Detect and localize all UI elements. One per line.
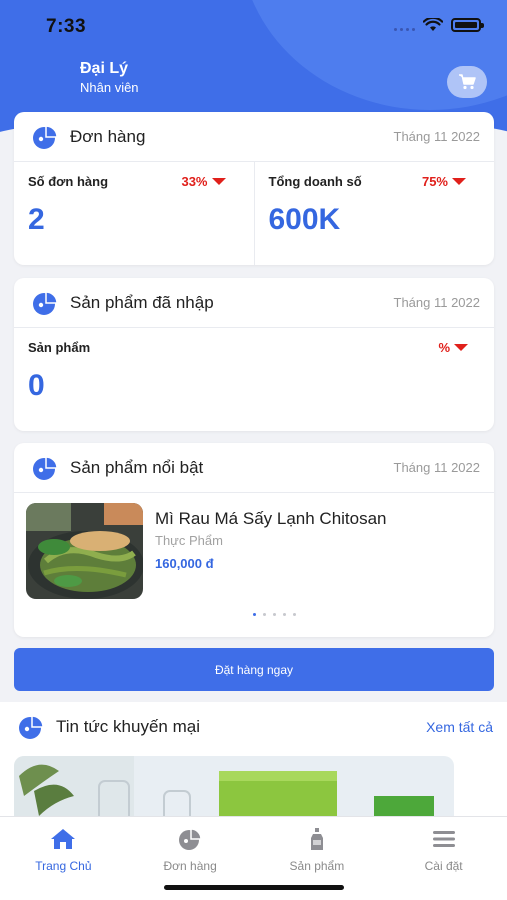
imported-card-date: Tháng 11 2022 <box>393 295 481 310</box>
featured-product-item[interactable]: Mì Rau Má Sấy Lạnh Chitosan Thực Phẩm 16… <box>14 493 494 599</box>
down-arrow-icon <box>454 344 468 351</box>
see-all-link[interactable]: Xem tất cả <box>426 719 493 735</box>
tab-label: Trang Chủ <box>35 859 92 873</box>
stat-value: 0 <box>28 369 45 402</box>
pie-chart-icon <box>33 124 58 149</box>
cart-button[interactable] <box>447 66 487 98</box>
carousel-pager[interactable] <box>54 613 494 616</box>
news-section: Tin tức khuyến mại Xem tất cả <box>0 702 507 826</box>
carousel-dot[interactable] <box>252 613 256 616</box>
imported-card-header: Sản phẩm đã nhập Tháng 11 2022 <box>14 278 494 328</box>
product-count-stat[interactable]: Sản phẩm % 0 <box>14 328 494 431</box>
stat-value: 2 <box>28 203 45 236</box>
carousel-dot[interactable] <box>262 613 266 616</box>
battery-icon <box>451 18 484 32</box>
stat-value: 600K <box>268 203 341 236</box>
orders-card: Đơn hàng Tháng 11 2022 Số đơn hàng 33% 2… <box>14 112 494 265</box>
news-title: Tin tức khuyến mại <box>56 717 200 736</box>
down-arrow-icon <box>452 178 466 185</box>
cart-icon <box>459 74 476 90</box>
pie-chart-icon <box>19 715 44 739</box>
tab-label: Sản phẩm <box>289 859 345 873</box>
down-arrow-icon <box>211 178 226 185</box>
orders-card-header: Đơn hàng Tháng 11 2022 <box>14 112 494 162</box>
wifi-icon <box>423 18 443 31</box>
product-image <box>26 503 143 599</box>
pie-chart-icon <box>179 828 202 850</box>
stat-label: Sản phẩm <box>28 340 91 355</box>
home-icon <box>51 829 76 849</box>
product-price: 160,000 đ <box>155 556 214 571</box>
order-count-stat[interactable]: Số đơn hàng 33% 2 <box>14 162 254 265</box>
featured-card-date: Tháng 11 2022 <box>393 460 481 475</box>
stat-percent: 33% <box>181 174 226 189</box>
product-name: Mì Rau Má Sấy Lạnh Chitosan <box>155 509 387 528</box>
stat-percent: 75% <box>422 174 466 189</box>
home-indicator <box>164 885 344 890</box>
tab-settings[interactable]: Cài đặt <box>380 817 507 900</box>
tab-home[interactable]: Trang Chủ <box>0 817 127 900</box>
signal-icon <box>394 19 415 31</box>
imported-products-card: Sản phẩm đã nhập Tháng 11 2022 Sản phẩm … <box>14 278 494 431</box>
carousel-dot[interactable] <box>272 613 276 616</box>
menu-icon <box>432 831 455 847</box>
product-category: Thực Phẩm <box>155 533 223 548</box>
bottle-icon <box>310 828 323 850</box>
status-icons <box>394 18 484 32</box>
stat-percent: % <box>438 340 468 355</box>
featured-products-card: Sản phẩm nổi bật Tháng 11 2022 Mì Rau Má… <box>14 443 494 637</box>
featured-card-header: Sản phẩm nổi bật Tháng 11 2022 <box>14 443 494 493</box>
carousel-dot[interactable] <box>292 613 296 616</box>
carousel-dot[interactable] <box>282 613 286 616</box>
pie-chart-icon <box>33 455 58 480</box>
imported-card-title: Sản phẩm đã nhập <box>70 292 214 312</box>
user-name: Đại Lý <box>80 60 129 77</box>
tab-label: Cài đặt <box>424 859 463 873</box>
orders-card-date: Tháng 11 2022 <box>393 129 481 144</box>
orders-card-title: Đơn hàng <box>70 126 146 146</box>
status-time: 7:33 <box>46 16 87 37</box>
featured-card-title: Sản phẩm nổi bật <box>70 457 204 477</box>
order-now-button[interactable]: Đặt hàng ngay <box>14 648 494 691</box>
user-role: Nhân viên <box>80 80 139 95</box>
tab-label: Đơn hàng <box>163 859 217 873</box>
total-sales-stat[interactable]: Tổng doanh số 75% 600K <box>253 162 495 265</box>
pie-chart-icon <box>33 290 58 315</box>
